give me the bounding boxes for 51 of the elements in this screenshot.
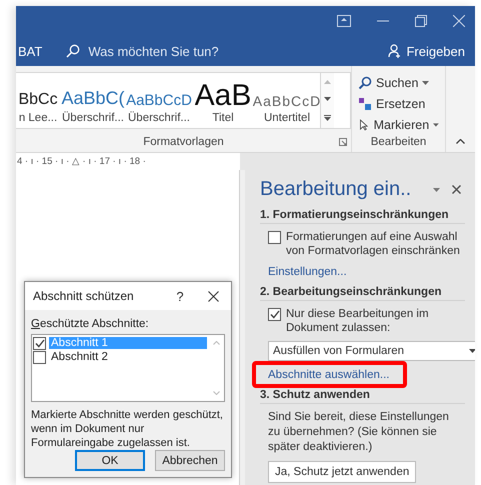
style-gallery-item[interactable]: AaBbCcD Untertitel <box>254 73 320 128</box>
editing-button[interactable]: Suchen <box>352 72 445 93</box>
checkbox[interactable] <box>33 350 46 364</box>
description-text: Sind Sie bereit, diese Einstellungen zu übernehmen? (Sie können sie später deaktivieren.) <box>267 410 450 455</box>
person-icon <box>388 44 402 58</box>
close-icon <box>208 290 218 302</box>
section-heading: 2. Bearbeitungseinschränkungen <box>260 286 465 301</box>
more-icon[interactable] <box>324 115 331 122</box>
ribbon-display-icon[interactable] <box>337 15 351 27</box>
checkbox-label: Nur diese Bearbeitungen im Dokument zulassen: <box>286 307 430 335</box>
dropdown[interactable]: Ausfüllen von Formularen <box>268 341 475 361</box>
link[interactable]: Einstellungen... <box>268 266 347 278</box>
checkbox[interactable] <box>268 308 281 321</box>
editing-button[interactable]: Ersetzen <box>352 93 445 114</box>
dialog-button[interactable]: Abbrechen <box>155 450 225 471</box>
replace-icon <box>358 96 372 110</box>
cursor-icon <box>358 118 370 132</box>
list-label: Geschützte Abschnitte: <box>31 318 150 330</box>
close-icon[interactable] <box>452 185 461 194</box>
scroll-down-icon[interactable] <box>324 97 331 102</box>
dialog-button[interactable]: OK <box>75 450 145 471</box>
section-heading: 3. Schutz anwenden <box>260 389 465 404</box>
editing-button[interactable]: Markieren <box>352 114 445 135</box>
search-icon <box>358 76 372 90</box>
search-icon <box>66 44 80 58</box>
pane-title: Bearbeitung ein.. <box>260 178 412 201</box>
pane-menu-icon <box>433 188 440 192</box>
group-label: Formatvorlagen <box>143 136 224 148</box>
style-gallery-item[interactable]: AaBbCcD Überschrif... <box>126 73 192 128</box>
group-label: Bearbeiten <box>370 136 426 148</box>
help-button[interactable]: ? <box>165 288 195 304</box>
caret-icon <box>469 349 475 353</box>
restore-icon[interactable] <box>415 15 427 27</box>
collapse-ribbon-icon[interactable] <box>456 139 465 144</box>
checkbox[interactable] <box>268 231 281 244</box>
link[interactable]: Abschnitte auswählen... <box>268 369 390 381</box>
dialog-launcher-icon[interactable] <box>339 138 347 146</box>
section-heading: 1. Formatierungseinschränkungen <box>260 209 465 224</box>
dialog-message: Markierte Abschnitte werden geschützt, wenn im Dokument nur Formulareingabe zugelassen ist. <box>31 408 224 450</box>
style-gallery-item[interactable]: AaBbC( Überschrif... <box>60 73 126 128</box>
share-button[interactable]: Freigeben <box>388 44 465 58</box>
list-item[interactable]: Abschnitt 2 <box>49 351 207 363</box>
dialog-title: Abschnitt schützen <box>33 289 135 303</box>
style-gallery-item[interactable]: AaB Titel <box>192 73 254 128</box>
style-gallery-item[interactable]: BbCc n Lee... <box>16 73 60 128</box>
apply-button[interactable]: Ja, Schutz jetzt anwenden <box>268 461 416 483</box>
checkbox-label: Formatierungen auf eine Auswahl von Formatvorlagen einschränken <box>286 230 461 258</box>
ruler[interactable]: 4 · ı · 15 · ı · △ · ı · 17 · ı · 18 · <box>16 153 240 170</box>
tell-me-field[interactable]: Was möchten Sie tun? <box>86 42 286 60</box>
ribbon-tab[interactable]: BAT <box>18 44 42 58</box>
checkbox[interactable] <box>33 336 46 350</box>
